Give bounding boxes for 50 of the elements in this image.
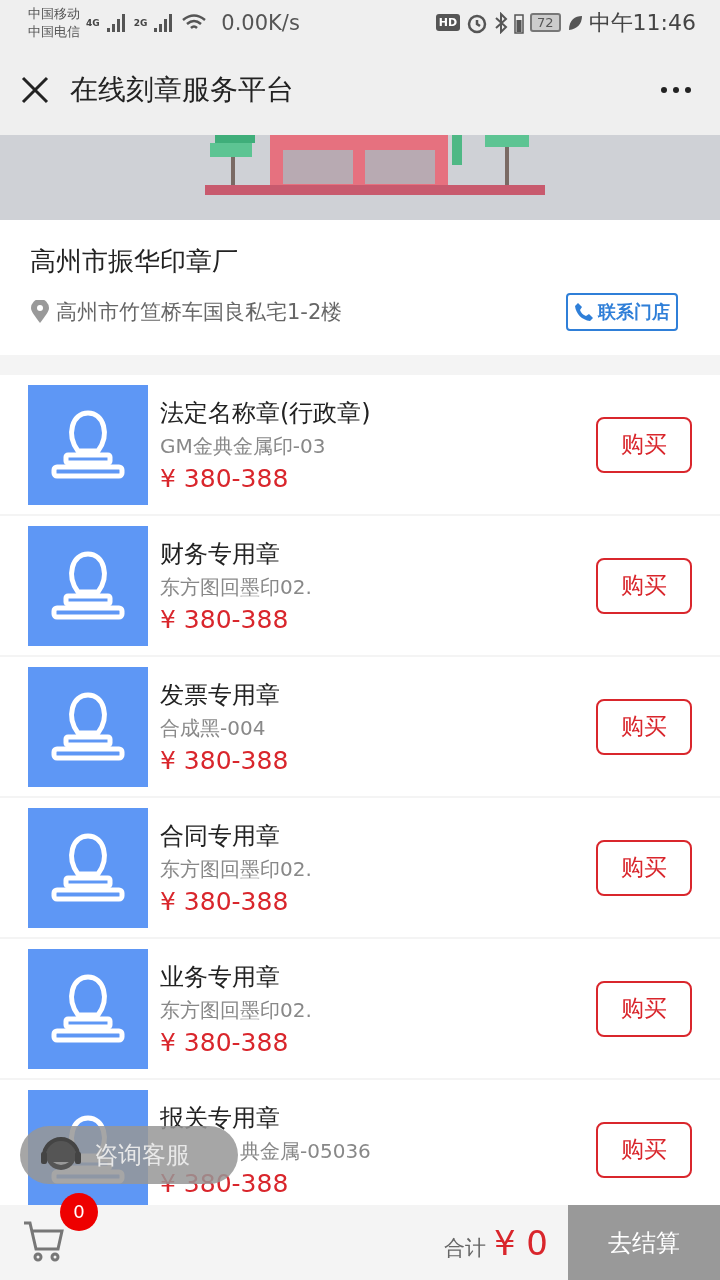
close-icon[interactable] (20, 75, 50, 105)
product-name: 发票专用章 (160, 679, 281, 711)
battery-small-icon (514, 11, 525, 34)
product-name: 财务专用章 (160, 538, 281, 570)
shop-address: 高州市竹笪桥车国良私宅1-2楼 (56, 299, 344, 326)
product-name: 法定名称章(行政章) (160, 397, 372, 429)
product-material: 合成黑-004 (160, 714, 267, 742)
network-type: 4G (86, 17, 100, 28)
product-card[interactable]: 法定名称章(行政章) GM金典金属印-03 ¥ 380-388 购买 (0, 375, 720, 514)
contact-store-button[interactable]: 联系门店 (566, 293, 678, 331)
product-material: 东方图回墨印02. (160, 573, 313, 601)
network-speed: 0.00K/s (221, 10, 300, 35)
product-price: ¥ 380-388 (160, 886, 290, 916)
buy-button[interactable]: 购买 (596, 1121, 692, 1178)
phone-icon (574, 302, 594, 322)
product-price: ¥ 380-388 (160, 745, 290, 775)
product-price: ¥ 380-388 (160, 604, 290, 634)
checkout-button[interactable]: 去结算 (568, 1205, 720, 1280)
product-material: 典金属-05036 (240, 1137, 372, 1165)
product-card[interactable]: 财务专用章 东方图回墨印02. ¥ 380-388 购买 (0, 516, 720, 655)
battery-level: 72 (530, 13, 561, 32)
buy-button[interactable]: 购买 (596, 980, 692, 1037)
product-card[interactable]: 业务专用章 东方图回墨印02. ¥ 380-388 购买 (0, 939, 720, 1078)
shop-name: 高州市振华印章厂 (30, 245, 239, 278)
hd-badge: HD (435, 14, 461, 31)
leaf-icon (566, 13, 583, 32)
product-card[interactable]: 合同专用章 东方图回墨印02. ¥ 380-388 购买 (0, 798, 720, 937)
buy-button[interactable]: 购买 (596, 557, 692, 614)
more-icon[interactable] (660, 86, 692, 94)
product-material: 东方图回墨印02. (160, 996, 313, 1024)
page-title: 在线刻章服务平台 (70, 72, 295, 108)
network-type: 2G (133, 17, 148, 28)
product-name: 合同专用章 (160, 820, 281, 852)
product-card[interactable]: 发票专用章 合成黑-004 ¥ 380-388 购买 (0, 657, 720, 796)
total-label: 合计 (443, 1234, 486, 1262)
total-amount: ¥ 0 (493, 1222, 548, 1263)
product-material: GM金典金属印-03 (160, 432, 327, 460)
carrier-name: 中国电信 (28, 22, 80, 41)
product-price: ¥ 380-388 (160, 463, 290, 493)
product-name: 业务专用章 (160, 961, 281, 993)
buy-button[interactable]: 购买 (596, 416, 692, 473)
location-pin-icon (30, 300, 50, 324)
product-material: 东方图回墨印02. (160, 855, 313, 883)
buy-button[interactable]: 购买 (596, 839, 692, 896)
product-price: ¥ 380-388 (160, 1027, 290, 1057)
carrier-name: 中国移动 (28, 4, 80, 23)
buy-button[interactable]: 购买 (596, 698, 692, 755)
signal-icon (105, 12, 128, 33)
bluetooth-icon (494, 11, 509, 34)
clock-time: 中午11:46 (588, 8, 696, 37)
